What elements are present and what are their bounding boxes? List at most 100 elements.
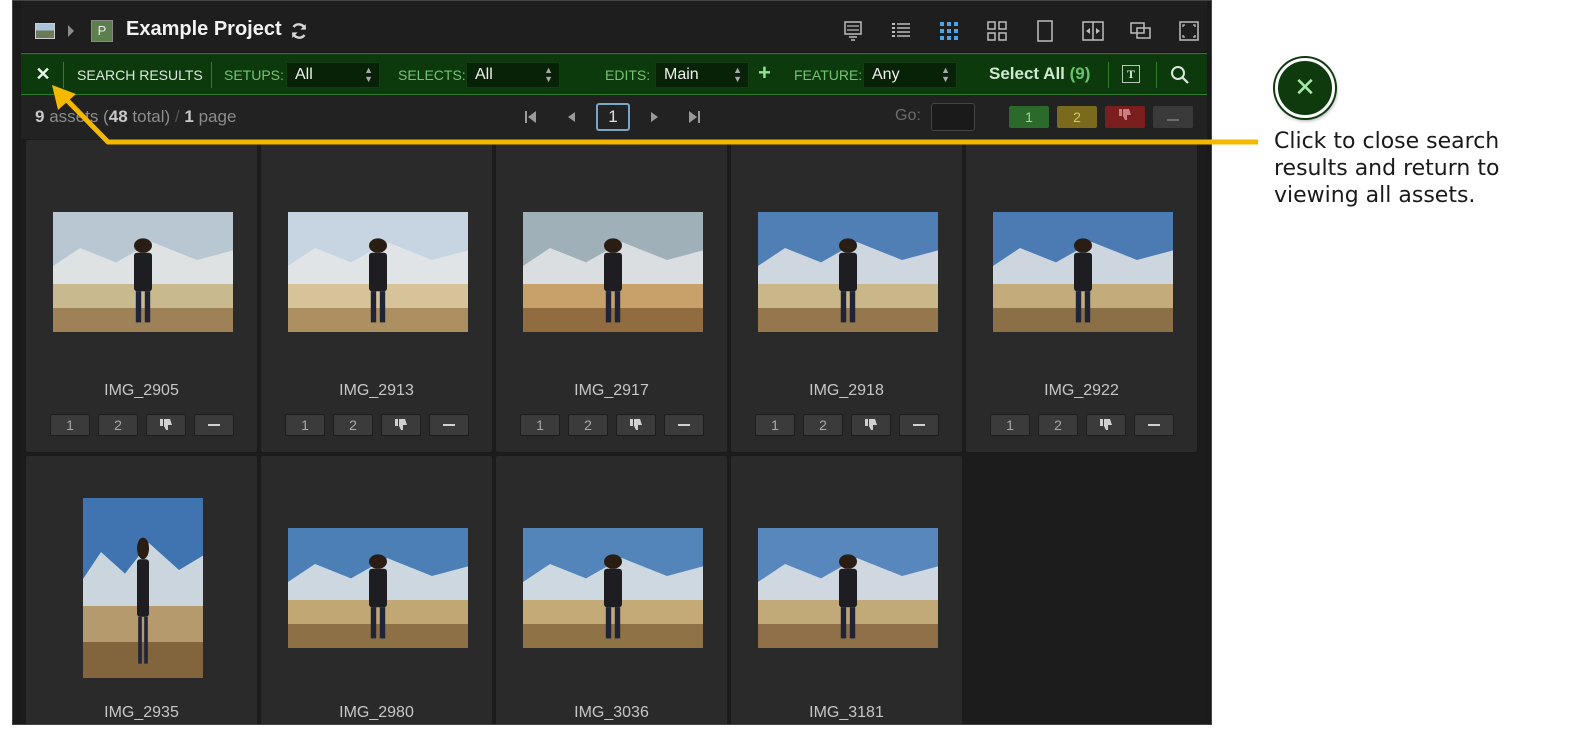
asset-thumbnail[interactable] [287,528,468,648]
project-badge[interactable]: P [91,20,113,42]
feature-value: Any [872,66,900,83]
single-view-icon[interactable] [1033,19,1057,43]
text-overlay-toggle[interactable]: T [1122,65,1140,83]
filter-rating-1-button[interactable]: 1 [1009,106,1049,128]
close-search-button[interactable]: ✕ [33,63,53,85]
rate-1-button[interactable]: 1 [50,414,90,436]
timeline-view-icon[interactable] [841,19,865,43]
list-view-icon[interactable] [889,19,913,43]
asset-card[interactable]: IMG_2918 1 2 [730,139,963,453]
rate-1-button[interactable]: 1 [990,414,1030,436]
setups-select[interactable]: All ▲ ▼ [286,62,380,88]
rate-2-button[interactable]: 2 [803,414,843,436]
rate-2-button[interactable]: 2 [568,414,608,436]
edits-select[interactable]: Main ▲ ▼ [655,62,749,88]
asset-thumbnail[interactable] [52,212,233,332]
add-edit-button[interactable]: + [758,60,771,86]
reject-button[interactable] [1086,414,1126,436]
divider [1156,62,1157,88]
photo-image [757,212,938,332]
reject-button[interactable] [381,414,421,436]
filter-rejected-button[interactable] [1105,106,1145,128]
clear-rating-button[interactable] [1134,414,1174,436]
minus-icon [678,424,690,426]
rate-1-button[interactable]: 1 [755,414,795,436]
clear-rating-button[interactable] [899,414,939,436]
rating-buttons: 12 [285,414,469,436]
rate-2-button[interactable]: 2 [98,414,138,436]
reject-button[interactable] [146,414,186,436]
asset-card[interactable]: IMG_2922 1 2 [965,139,1198,453]
overlay-view-icon[interactable] [1129,19,1153,43]
large-grid-view-icon[interactable] [985,19,1009,43]
asset-thumbnail[interactable] [522,212,703,332]
rate-1-button[interactable]: 1 [520,414,560,436]
thumbs-down-icon [1119,109,1131,120]
asset-name: IMG_2905 [104,382,179,399]
photo-image [522,528,703,648]
asset-thumbnail[interactable] [992,212,1173,332]
project-thumbnail-icon[interactable] [35,23,55,39]
refresh-icon[interactable] [289,21,309,41]
compare-view-icon[interactable] [1081,19,1105,43]
search-icon[interactable] [1169,64,1191,86]
asset-card[interactable]: IMG_2935 [25,455,258,724]
edits-label: EDITS: [605,67,651,83]
asset-thumbnail[interactable] [757,528,938,648]
selects-select[interactable]: All ▲ ▼ [466,62,560,88]
small-grid-view-icon[interactable] [937,19,961,43]
feature-label: FEATURE: [794,67,863,83]
rate-2-button[interactable]: 2 [1038,414,1078,436]
assets-word: assets ( [49,107,109,126]
rate-2-button[interactable]: 2 [333,414,373,436]
asset-count-summary: 9 assets (48 total) / 1 page [35,107,236,127]
divider [63,62,64,88]
rate-1-button[interactable]: 1 [285,414,325,436]
project-title: Example Project [126,18,282,40]
divider [1108,62,1109,88]
asset-thumbnail[interactable] [757,212,938,332]
clear-rating-button[interactable] [429,414,469,436]
selects-label: SELECTS: [398,67,466,83]
asset-thumbnail[interactable] [287,212,468,332]
select-all-button[interactable]: Select All (9) [989,64,1090,84]
photo-image [757,528,938,648]
fullscreen-icon[interactable] [1177,19,1201,43]
photo-image [52,212,233,332]
first-page-icon[interactable] [524,109,538,125]
view-mode-toolbar [841,19,1201,45]
photo-image [992,212,1173,332]
feature-select[interactable]: Any ▲ ▼ [863,62,957,88]
asset-card[interactable]: IMG_3181 [730,455,963,724]
go-label: Go: [895,107,921,124]
asset-card[interactable]: IMG_3036 [495,455,728,724]
asset-thumbnail[interactable] [522,528,703,648]
clear-rating-button[interactable] [194,414,234,436]
filter-unrated-button[interactable] [1153,106,1193,128]
next-page-icon[interactable] [649,109,661,125]
current-page-input[interactable]: 1 [596,103,630,131]
edits-value: Main [664,66,699,83]
title-bar: P Example Project [21,1,1207,53]
clear-rating-button[interactable] [664,414,704,436]
select-arrows-icon: ▲ ▼ [364,65,373,84]
asset-card[interactable]: IMG_2917 1 2 [495,139,728,453]
select-arrows-icon: ▲ ▼ [941,65,950,84]
asset-card[interactable]: IMG_2905 1 2 [25,139,258,453]
asset-thumbnail[interactable] [82,498,203,678]
thumbs-down-icon [160,419,172,430]
setups-value: All [295,66,313,83]
rating-buttons: 12 [990,414,1174,436]
go-to-page-input[interactable] [931,103,975,131]
asset-name: IMG_2917 [574,382,649,399]
filter-rating-2-button[interactable]: 2 [1057,106,1097,128]
asset-card[interactable]: IMG_2980 [260,455,493,724]
last-page-icon[interactable] [687,109,701,125]
reject-button[interactable] [616,414,656,436]
reject-button[interactable] [851,414,891,436]
callout-text: Click to close search results and return… [1274,129,1500,208]
asset-card[interactable]: IMG_2913 1 2 [260,139,493,453]
photo-image [287,212,468,332]
photo-image [522,212,703,332]
previous-page-icon[interactable] [565,109,577,125]
